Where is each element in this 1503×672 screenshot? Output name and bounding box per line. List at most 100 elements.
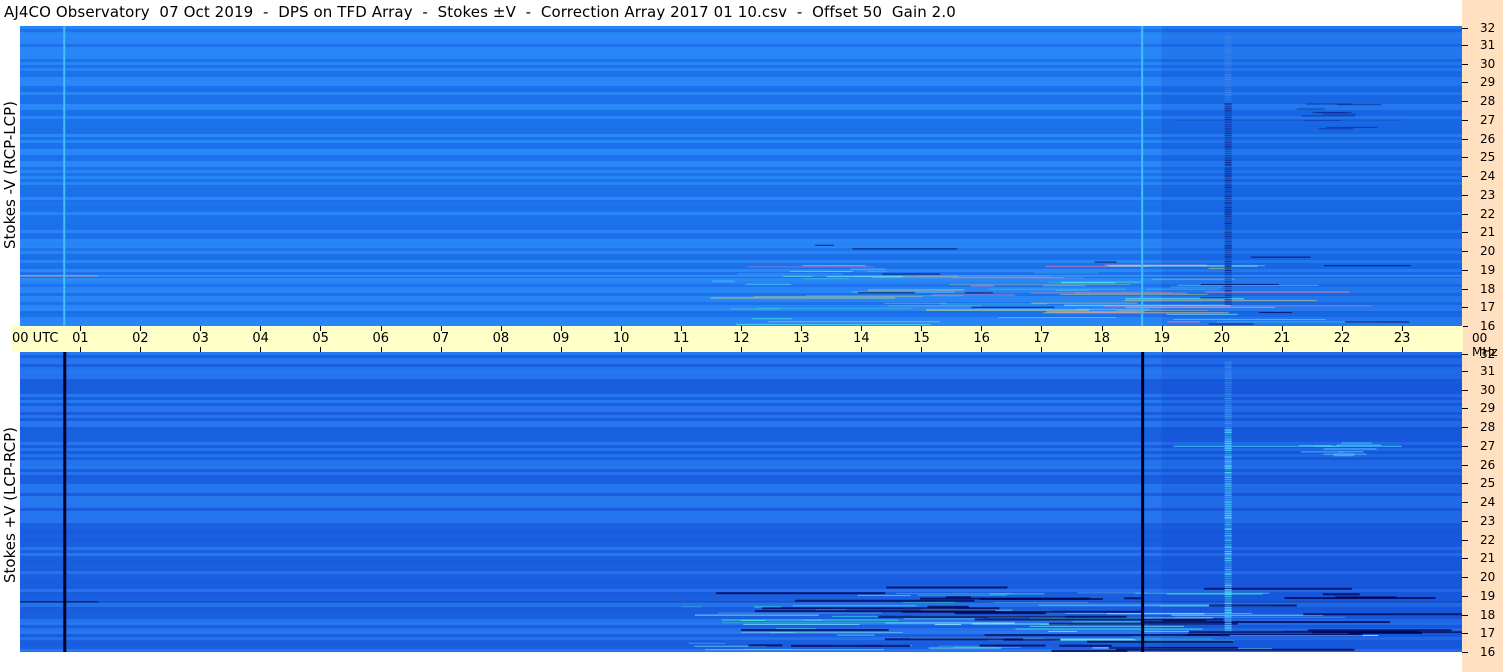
emission-streak bbox=[1029, 625, 1184, 627]
absorption-line bbox=[715, 592, 886, 595]
freq-tick-25 bbox=[1462, 483, 1468, 484]
absorption-line bbox=[1335, 596, 1397, 599]
emission-streak bbox=[1124, 299, 1317, 301]
burst-segment bbox=[1224, 404, 1232, 407]
burst-segment bbox=[1224, 62, 1232, 65]
burst-segment bbox=[1224, 436, 1232, 438]
burst-segment bbox=[1224, 179, 1232, 182]
burst-segment bbox=[1224, 204, 1232, 207]
burst-segment bbox=[1224, 532, 1232, 535]
burst-segment bbox=[1224, 125, 1232, 128]
freq-tick-31 bbox=[1462, 45, 1468, 46]
absorption-line bbox=[852, 248, 958, 250]
burst-segment bbox=[1224, 591, 1232, 593]
absorption-line bbox=[1162, 619, 1207, 622]
burst-segment bbox=[1224, 530, 1232, 533]
burst-segment bbox=[1224, 411, 1232, 413]
burst-segment bbox=[1224, 42, 1232, 45]
burst-segment bbox=[1224, 56, 1232, 58]
burst-segment bbox=[1224, 391, 1232, 393]
absorption-line bbox=[1208, 323, 1254, 325]
burst-segment bbox=[1224, 400, 1232, 402]
burst-segment bbox=[1224, 166, 1232, 168]
emission-streak bbox=[988, 288, 1126, 290]
emission-streak bbox=[688, 642, 726, 644]
burst-segment bbox=[1224, 465, 1232, 467]
freq-tick-23 bbox=[1462, 521, 1468, 522]
burst-segment bbox=[1224, 159, 1232, 162]
time-tick bbox=[921, 347, 923, 352]
freq-tick-label-18: 18 bbox=[1480, 608, 1496, 622]
emission-streak bbox=[1055, 289, 1090, 291]
burst-segment bbox=[1224, 521, 1232, 524]
burst-segment bbox=[1224, 114, 1232, 117]
freq-tick-31 bbox=[1462, 371, 1468, 372]
freq-tick-label-28: 28 bbox=[1480, 94, 1496, 108]
time-tick bbox=[500, 347, 502, 352]
burst-segment bbox=[1224, 427, 1232, 429]
emission-streak bbox=[1077, 592, 1147, 594]
burst-segment bbox=[1224, 384, 1232, 386]
emission-streak bbox=[925, 309, 1090, 311]
time-label-07: 07 bbox=[432, 331, 450, 346]
absorption-line bbox=[1200, 297, 1228, 299]
emission-streak bbox=[1151, 278, 1235, 280]
emission-streak bbox=[949, 284, 1131, 286]
time-axis: 00 UTC 01 02 03 04 05 06 07 08 09 10 11 12 13 14 15 16 1… bbox=[12, 326, 1463, 352]
burst-segment bbox=[1224, 456, 1232, 458]
burst-segment bbox=[1224, 503, 1232, 506]
burst-segment bbox=[1224, 481, 1232, 483]
burst-feature bbox=[1323, 448, 1377, 450]
burst-segment bbox=[1224, 598, 1232, 600]
burst-segment bbox=[1224, 69, 1232, 72]
burst-segment bbox=[1224, 227, 1232, 229]
burst-segment bbox=[1224, 440, 1232, 443]
bottom-frequency-axis: 32 31 30 29 28 27 26 25 24 23 22 21 20 19 18 17 16 bbox=[1462, 348, 1503, 658]
emission-streak bbox=[792, 605, 917, 607]
emission-streak bbox=[1076, 308, 1150, 310]
emission-streak bbox=[753, 296, 924, 298]
emission-streak bbox=[704, 649, 885, 651]
time-tick bbox=[80, 347, 82, 352]
burst-segment bbox=[1224, 373, 1232, 375]
emission-streak bbox=[681, 606, 702, 608]
burst-segment bbox=[1224, 186, 1232, 189]
burst-segment bbox=[1224, 83, 1232, 85]
absorption-line bbox=[1345, 321, 1410, 323]
time-tick bbox=[560, 347, 562, 352]
burst-segment bbox=[1224, 53, 1232, 56]
burst-segment bbox=[1224, 541, 1232, 544]
burst-segment bbox=[1224, 283, 1232, 285]
time-label-13: 13 bbox=[793, 331, 810, 346]
emission-streak bbox=[815, 609, 846, 611]
absorption-line bbox=[1200, 283, 1279, 285]
burst-segment bbox=[1224, 496, 1232, 499]
freq-tick-24 bbox=[1462, 502, 1468, 503]
burst-segment bbox=[1224, 236, 1232, 238]
burst-segment bbox=[1224, 175, 1232, 177]
emission-streak bbox=[917, 594, 1008, 596]
burst-segment bbox=[1224, 249, 1232, 252]
absorption-line bbox=[920, 597, 1090, 600]
burst-segment bbox=[1224, 74, 1232, 76]
burst-segment bbox=[1224, 361, 1232, 364]
time-tick bbox=[1281, 347, 1283, 352]
burst-segment bbox=[1224, 553, 1232, 555]
emission-streak bbox=[769, 632, 795, 634]
burst-segment bbox=[1224, 550, 1232, 553]
freq-tick-25 bbox=[1462, 157, 1468, 158]
freq-tick-label-17: 17 bbox=[1480, 300, 1496, 314]
vertical-artifact bbox=[63, 352, 67, 652]
burst-segment bbox=[1224, 512, 1232, 515]
time-tick bbox=[981, 347, 983, 352]
burst-segment bbox=[1224, 627, 1232, 629]
time-label-03: 03 bbox=[192, 331, 209, 346]
time-tick bbox=[1161, 347, 1163, 352]
burst-segment bbox=[1224, 65, 1232, 67]
emission-streak bbox=[740, 632, 903, 634]
emission-streak bbox=[745, 283, 792, 285]
time-tick bbox=[1101, 347, 1103, 352]
burst-segment bbox=[1224, 510, 1232, 512]
time-tick bbox=[1341, 347, 1343, 352]
burst-segment bbox=[1224, 562, 1232, 564]
